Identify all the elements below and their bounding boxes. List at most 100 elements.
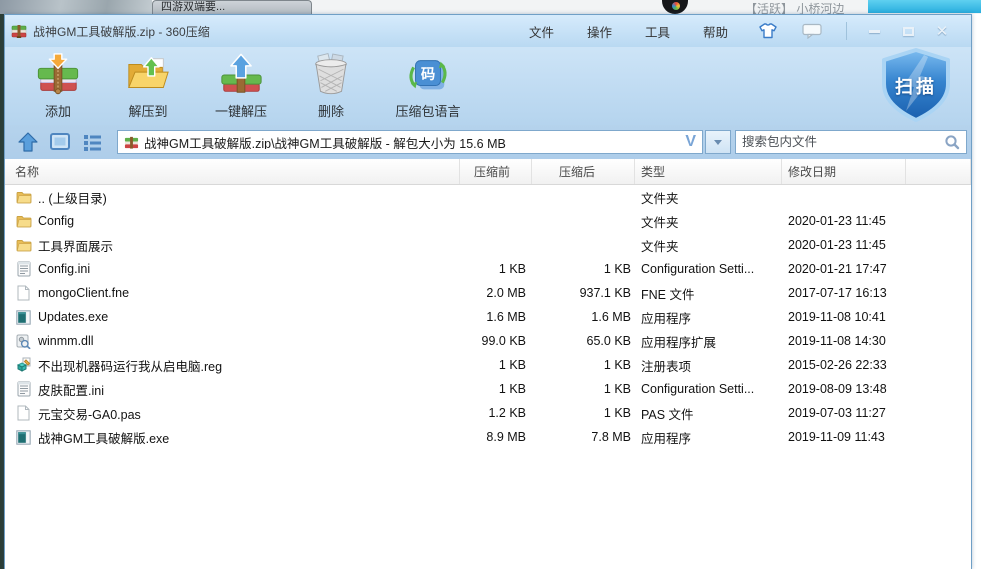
file-modified: 2019-11-08 14:30 bbox=[782, 334, 906, 348]
scan-shield-button[interactable]: 扫描 bbox=[877, 47, 955, 123]
list-header: 名称 压缩前 压缩后 类型 修改日期 bbox=[5, 159, 971, 185]
archive-app-window: 战神GM工具破解版.zip - 360压缩 文件 操作 工具 帮助 bbox=[4, 14, 972, 569]
one-click-extract-icon bbox=[218, 52, 264, 98]
table-row[interactable]: Config 文件夹 2020-01-23 11:45 bbox=[5, 209, 971, 233]
add-archive-icon bbox=[35, 52, 81, 98]
table-row[interactable]: 元宝交易-GA0.pas 1.2 KB 1 KB PAS 文件 2019-07-… bbox=[5, 401, 971, 425]
column-header-name[interactable]: 名称 bbox=[5, 159, 460, 184]
file-type: Configuration Setti... bbox=[635, 382, 782, 396]
background-app-icon bbox=[652, 0, 700, 14]
skin-icon[interactable] bbox=[758, 22, 778, 40]
size-after: 1.6 MB bbox=[532, 310, 635, 324]
dll-icon bbox=[15, 334, 32, 349]
file-name: mongoClient.fne bbox=[38, 286, 129, 300]
column-header-modified[interactable]: 修改日期 bbox=[782, 159, 906, 184]
toolbar-label: 压缩包语言 bbox=[395, 101, 460, 120]
table-row[interactable]: 战神GM工具破解版.exe 8.9 MB 7.8 MB 应用程序 2019-11… bbox=[5, 425, 971, 449]
table-row[interactable]: Config.ini 1 KB 1 KB Configuration Setti… bbox=[5, 257, 971, 281]
table-row[interactable]: .. (上级目录) 文件夹 bbox=[5, 185, 971, 209]
table-row[interactable]: 皮肤配置.ini 1 KB 1 KB Configuration Setti..… bbox=[5, 377, 971, 401]
file-name: 工具界面展示 bbox=[38, 236, 113, 255]
toolbar-label: 删除 bbox=[318, 101, 344, 120]
file-type: 应用程序扩展 bbox=[635, 332, 782, 351]
size-after: 1 KB bbox=[532, 406, 635, 420]
toolbar-label: 一键解压 bbox=[215, 101, 267, 120]
desktop: 四游双端要... 【活跃】 小桥河边 战神GM工具破解版.zip - 360压缩… bbox=[0, 0, 981, 569]
file-modified: 2017-07-17 16:13 bbox=[782, 286, 906, 300]
file-type: PAS 文件 bbox=[635, 404, 782, 423]
one-click-extract-button[interactable]: 一键解压 bbox=[193, 49, 289, 123]
minimize-button[interactable] bbox=[861, 22, 887, 40]
column-header-size-after[interactable]: 压缩后 bbox=[532, 159, 635, 184]
size-before: 1 KB bbox=[460, 382, 532, 396]
address-dropdown-v-icon[interactable]: V bbox=[685, 133, 696, 151]
file-name: Config.ini bbox=[38, 262, 90, 276]
list-view-icon[interactable] bbox=[79, 129, 105, 155]
file-name: Config bbox=[38, 214, 74, 228]
file-name: 元宝交易-GA0.pas bbox=[38, 404, 141, 423]
table-row[interactable]: winmm.dll 99.0 KB 65.0 KB 应用程序扩展 2019-11… bbox=[5, 329, 971, 353]
maximize-button[interactable] bbox=[895, 22, 921, 40]
file-modified: 2019-07-03 11:27 bbox=[782, 406, 906, 420]
ini-icon bbox=[15, 381, 32, 397]
file-modified: 2020-01-23 11:45 bbox=[782, 238, 906, 252]
size-before: 1.2 KB bbox=[460, 406, 532, 420]
feedback-icon[interactable] bbox=[802, 23, 822, 39]
background-image bbox=[0, 0, 152, 14]
delete-button[interactable]: 删除 bbox=[289, 49, 373, 123]
file-type: 文件夹 bbox=[635, 188, 782, 207]
file-modified: 2019-11-08 10:41 bbox=[782, 310, 906, 324]
menu-actions[interactable]: 操作 bbox=[587, 22, 612, 41]
menubar: 文件 操作 工具 帮助 bbox=[529, 15, 761, 47]
background-browser-bar bbox=[868, 0, 981, 13]
background-window-tab[interactable]: 四游双端要... bbox=[152, 0, 312, 14]
menu-help[interactable]: 帮助 bbox=[703, 22, 728, 41]
table-row[interactable]: Updates.exe 1.6 MB 1.6 MB 应用程序 2019-11-0… bbox=[5, 305, 971, 329]
menu-tools[interactable]: 工具 bbox=[645, 22, 670, 41]
size-before: 8.9 MB bbox=[460, 430, 532, 444]
search-icon[interactable] bbox=[944, 134, 960, 150]
window-controls: ✕ bbox=[758, 15, 963, 47]
search-input[interactable] bbox=[742, 135, 944, 149]
file-modified: 2020-01-23 11:45 bbox=[782, 214, 906, 228]
address-input[interactable] bbox=[144, 135, 681, 149]
file-list: .. (上级目录) 文件夹 Config 文件夹 2020-01-23 11:4… bbox=[5, 185, 971, 569]
table-row[interactable]: 不出现机器码运行我从启电脑.reg 1 KB 1 KB 注册表项 2015-02… bbox=[5, 353, 971, 377]
size-after: 7.8 MB bbox=[532, 430, 635, 444]
up-directory-icon[interactable] bbox=[15, 129, 41, 155]
archive-language-icon: 码 bbox=[405, 52, 451, 98]
column-header-type[interactable]: 类型 bbox=[635, 159, 782, 184]
size-before: 2.0 MB bbox=[460, 286, 532, 300]
zip-archive-icon bbox=[11, 23, 27, 39]
folder-icon bbox=[15, 190, 32, 204]
extract-to-button[interactable]: 解压到 bbox=[103, 49, 193, 123]
size-before: 99.0 KB bbox=[460, 334, 532, 348]
file-modified: 2019-08-09 13:48 bbox=[782, 382, 906, 396]
view-mode-icon[interactable] bbox=[47, 129, 73, 155]
titlebar: 战神GM工具破解版.zip - 360压缩 文件 操作 工具 帮助 bbox=[5, 15, 971, 47]
file-modified: 2015-02-26 22:33 bbox=[782, 358, 906, 372]
file-type: 应用程序 bbox=[635, 428, 782, 447]
address-field: V bbox=[117, 130, 703, 154]
ini-icon bbox=[15, 261, 32, 277]
file-type: 注册表项 bbox=[635, 356, 782, 375]
file-type: 文件夹 bbox=[635, 212, 782, 231]
table-row[interactable]: 工具界面展示 文件夹 2020-01-23 11:45 bbox=[5, 233, 971, 257]
file-modified: 2019-11-09 11:43 bbox=[782, 430, 906, 444]
scan-button-label: 扫描 bbox=[877, 73, 955, 99]
close-button[interactable]: ✕ bbox=[929, 22, 955, 40]
address-dropdown-button[interactable] bbox=[705, 130, 731, 154]
add-button[interactable]: 添加 bbox=[13, 49, 103, 123]
archive-language-button[interactable]: 码 压缩包语言 bbox=[373, 49, 483, 123]
column-header-size-before[interactable]: 压缩前 bbox=[460, 159, 532, 184]
controls-separator bbox=[846, 22, 847, 40]
addressbar: V bbox=[5, 125, 971, 159]
size-after: 65.0 KB bbox=[532, 334, 635, 348]
table-row[interactable]: mongoClient.fne 2.0 MB 937.1 KB FNE 文件 2… bbox=[5, 281, 971, 305]
size-after: 1 KB bbox=[532, 262, 635, 276]
size-after: 937.1 KB bbox=[532, 286, 635, 300]
folder-icon bbox=[15, 214, 32, 228]
file-name: 战神GM工具破解版.exe bbox=[38, 428, 169, 447]
menu-file[interactable]: 文件 bbox=[529, 22, 554, 41]
file-type: FNE 文件 bbox=[635, 284, 782, 303]
